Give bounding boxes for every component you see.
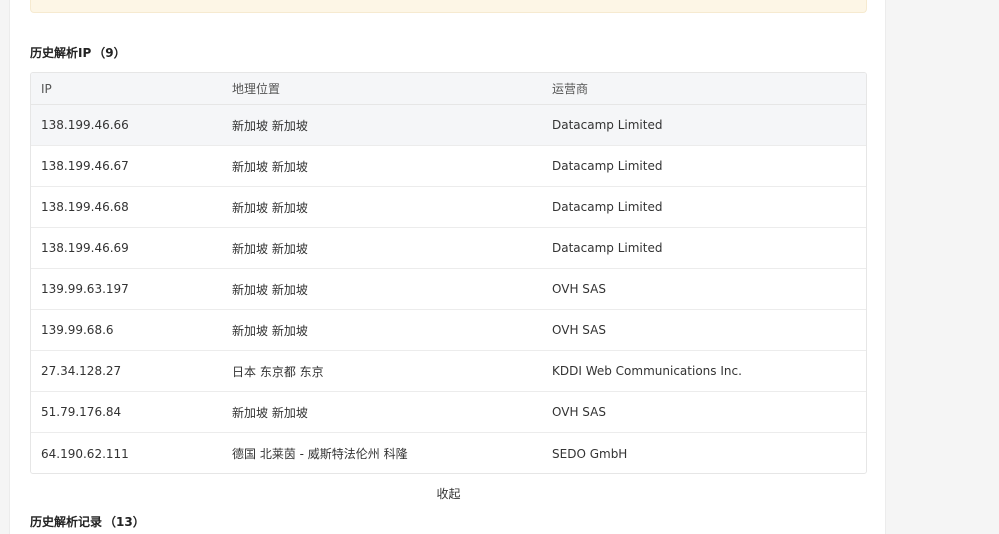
cell-location: 德国 北莱茵 - 威斯特法伦州 科隆 [232,447,408,461]
cell-location: 新加坡 新加坡 [232,282,308,297]
cell-ip: 138.199.46.66 [41,118,129,132]
table-row: 139.99.63.197 新加坡 新加坡 OVH SAS [31,269,866,310]
column-header-location: 地理位置 [232,82,281,96]
collapse-button[interactable]: 收起 [10,485,887,502]
column-header-isp: 运营商 [552,82,589,96]
history-ip-title: 历史解析IP （9） [30,44,126,61]
history-records-title-text: 历史解析记录 [30,515,103,529]
cell-ip: 138.199.46.68 [41,200,129,214]
history-ip-table: IP 地理位置 运营商 138.199.46.66 新加坡 新加坡 Dataca… [30,72,867,474]
cell-ip: 138.199.46.69 [41,241,129,255]
cell-isp: OVH SAS [552,282,606,296]
cell-location: 日本 东京都 东京 [232,364,324,379]
cell-location: 新加坡 新加坡 [232,159,308,174]
cell-ip: 51.79.176.84 [41,405,122,419]
cell-isp: SEDO GmbH [552,446,628,461]
content-panel: 历史解析IP （9） IP 地理位置 运营商 138.199.46.66 新加坡 … [9,0,886,534]
history-ip-count: （9） [93,46,126,60]
cell-ip: 139.99.68.6 [41,323,114,337]
notice-banner [30,0,867,13]
cell-isp: Datacamp Limited [552,200,663,214]
cell-location: 新加坡 新加坡 [232,405,308,420]
table-row: 138.199.46.69 新加坡 新加坡 Datacamp Limited [31,228,866,269]
table-row: 138.199.46.66 新加坡 新加坡 Datacamp Limited [31,105,866,146]
cell-ip: 64.190.62.111 [41,446,129,461]
history-ip-title-text: 历史解析IP [30,46,92,60]
cell-location: 新加坡 新加坡 [232,241,308,256]
table-row: 138.199.46.67 新加坡 新加坡 Datacamp Limited [31,146,866,187]
cell-location: 新加坡 新加坡 [232,118,308,133]
cell-isp: KDDI Web Communications Inc. [552,364,742,378]
table-header: IP 地理位置 运营商 [31,73,866,105]
cell-isp: OVH SAS [552,405,606,419]
cell-isp: Datacamp Limited [552,118,663,132]
table-row: 27.34.128.27 日本 东京都 东京 KDDI Web Communic… [31,351,866,392]
history-records-title: 历史解析记录 （13） [30,513,145,530]
table-row: 138.199.46.68 新加坡 新加坡 Datacamp Limited [31,187,866,228]
table-row: 51.79.176.84 新加坡 新加坡 OVH SAS [31,392,866,433]
cell-ip: 138.199.46.67 [41,159,129,173]
history-records-count: （13） [104,515,145,529]
table-row: 64.190.62.111 德国 北莱茵 - 威斯特法伦州 科隆 SEDO Gm… [31,433,866,473]
cell-location: 新加坡 新加坡 [232,323,308,338]
cell-ip: 27.34.128.27 [41,364,122,378]
cell-isp: Datacamp Limited [552,159,663,173]
table-row: 139.99.68.6 新加坡 新加坡 OVH SAS [31,310,866,351]
cell-isp: OVH SAS [552,323,606,337]
cell-ip: 139.99.63.197 [41,282,129,296]
cell-isp: Datacamp Limited [552,241,663,255]
cell-location: 新加坡 新加坡 [232,200,308,215]
column-header-ip: IP [41,81,52,96]
